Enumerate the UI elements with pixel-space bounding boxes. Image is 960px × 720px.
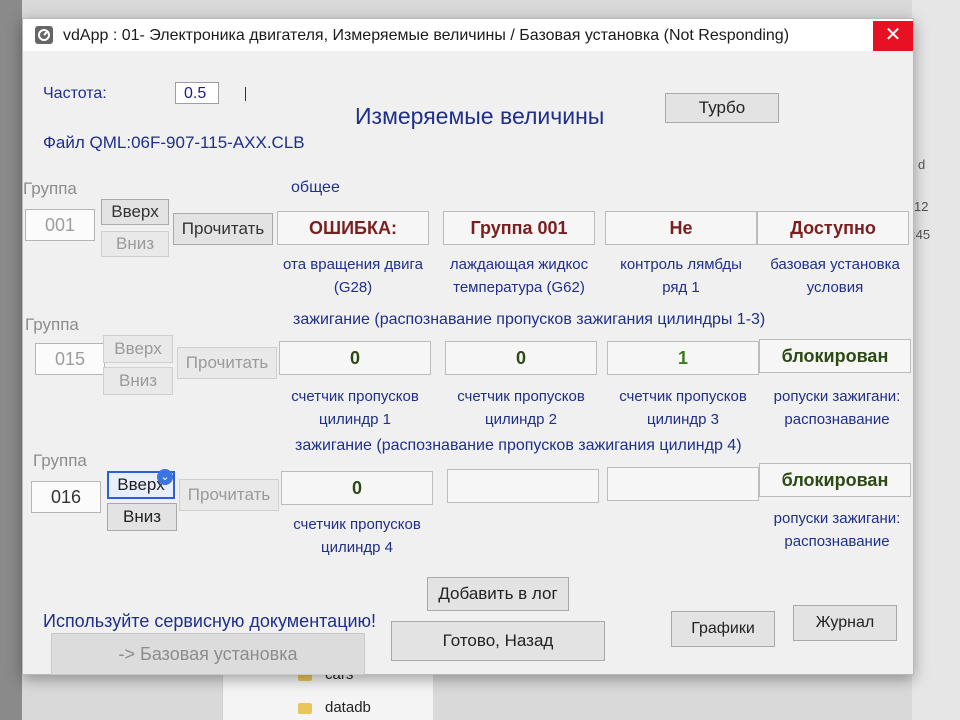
group-3-caption-1: счетчик пропусков цилиндр 4 [293,516,421,556]
group-2-caption-1: счетчик пропусков цилиндр 1 [291,388,419,428]
background-text: d [918,157,926,172]
group-3-value-3 [607,467,759,501]
chevron-down-icon: ⌄ [157,469,173,485]
group-label: Группа [25,315,79,334]
service-doc-notice: Используйте сервисную документацию! [43,611,377,631]
group-1-caption-2: лаждающая жидкос температура (G62) [449,256,589,296]
group-number-input-2[interactable]: 015 [35,343,105,375]
frequency-tick [245,87,246,101]
group-2-value-4: блокирован [759,339,911,373]
add-to-log-button[interactable]: Добавить в лог [427,577,569,611]
folder-icon [298,703,312,714]
group-1-value-4: Доступно [757,211,909,245]
group-2-caption-3: счетчик пропусков цилиндр 3 [619,388,747,428]
basic-setting-button[interactable]: -> Базовая установка [51,633,365,675]
background-text: :45 [912,227,931,242]
group-2-read-button[interactable]: Прочитать [177,347,277,379]
group-3-value-2 [447,469,599,503]
group-1-caption-3: контроль лямбды ряд 1 [620,256,742,296]
group-1-value-1: ОШИБКА: [277,211,429,245]
group-1-caption-4: базовая установка условия [770,256,900,296]
app-logo-icon [35,26,53,44]
done-back-button[interactable]: Готово, Назад [391,621,605,661]
file-label: Файл QML:06F-907-115-AXX.CLB [43,133,305,152]
client-area: Частота: 0.5 Файл QML:06F-907-115-AXX.CL… [23,51,913,675]
group-2-value-1: 0 [279,341,431,375]
group-2-caption-4: ропуски зажигани: распознавание [773,388,901,428]
group-3-read-button[interactable]: Прочитать [179,479,279,511]
group-3-down-button[interactable]: Вниз [107,503,177,531]
group-number-input-1[interactable]: 001 [25,209,95,241]
page-title: Измеряемые величины [355,103,605,129]
group-1-caption-1: ота вращения двига (G28) [283,256,423,296]
background-text: 12 [914,199,929,214]
group-3-value-4: блокирован [759,463,911,497]
frequency-input[interactable]: 0.5 [175,82,219,104]
group-2-value-3: 1 [607,341,759,375]
group-2-value-2: 0 [445,341,597,375]
explorer-background-right: d 12 :45 [912,0,960,720]
group-1-down-button[interactable]: Вниз [101,231,169,257]
group-number-input-3[interactable]: 016 [31,481,101,513]
window-title: vdApp : 01- Электроника двигателя, Измер… [63,27,790,44]
graphs-button[interactable]: Графики [671,611,775,647]
frequency-label: Частота: [43,85,107,102]
group-1-section-title: общее [291,179,340,196]
group-1-read-button[interactable]: Прочитать [173,213,273,245]
group-3-section-title: зажигание (распознавание пропусков зажиг… [295,437,742,454]
group-3-caption-4: ропуски зажигани: распознавание [773,510,901,550]
group-1-up-button[interactable]: Вверх [101,199,169,225]
group-2-caption-2: счетчик пропусков цилиндр 2 [457,388,585,428]
title-bar[interactable]: vdApp : 01- Электроника двигателя, Измер… [23,19,913,51]
group-2-section-title: зажигание (распознавание пропусков зажиг… [293,311,766,328]
group-3-value-1: 0 [281,471,433,505]
group-label: Группа [23,179,77,198]
vdapp-window: vdApp : 01- Электроника двигателя, Измер… [22,18,914,675]
turbo-button[interactable]: Турбо [665,93,779,123]
desktop-background-left [0,0,22,720]
folder-item-datadb[interactable]: datadb [325,699,371,716]
group-1-value-3: Не [605,211,757,245]
group-1-value-2: Группа 001 [443,211,595,245]
journal-button[interactable]: Журнал [793,605,897,641]
group-label: Группа [33,451,87,470]
close-button[interactable]: ✕ [873,21,913,51]
group-2-down-button[interactable]: Вниз [103,367,173,395]
group-2-up-button[interactable]: Вверх [103,335,173,363]
